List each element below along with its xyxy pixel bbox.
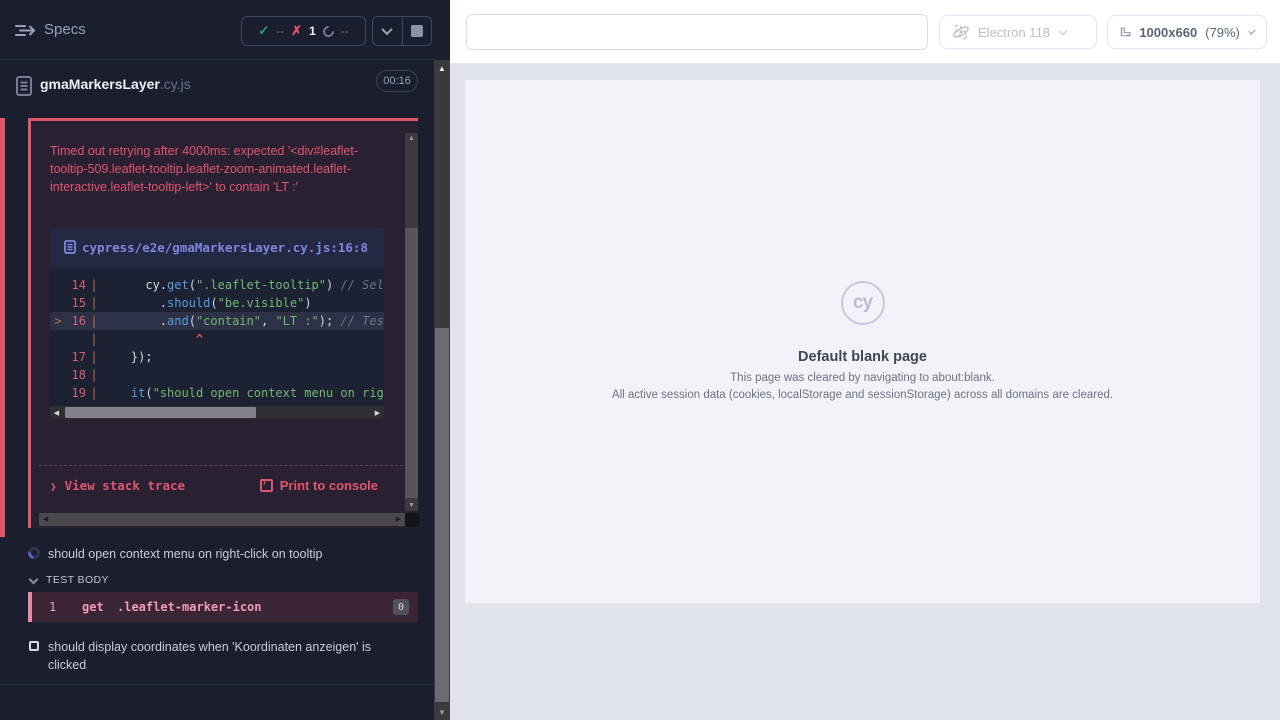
divider <box>39 465 403 466</box>
scroll-right-icon[interactable]: ▶ <box>392 513 405 526</box>
scroll-down-icon[interactable]: ▼ <box>405 502 418 509</box>
error-vertical-scrollbar[interactable]: ▲ ▼ <box>405 133 418 511</box>
divider <box>0 684 434 685</box>
spec-extension: .cy.js <box>160 76 191 92</box>
scrollbar-thumb[interactable] <box>405 228 418 498</box>
view-stack-trace-label: View stack trace <box>65 478 185 493</box>
command-count-badge: 0 <box>393 599 409 615</box>
error-message: Timed out retrying after 4000ms: expecte… <box>50 142 385 196</box>
ruler-icon <box>1120 24 1131 40</box>
test-row-context-menu[interactable]: should open context menu on right-click … <box>0 545 434 565</box>
scrollbar-track[interactable] <box>63 406 371 419</box>
file-icon <box>64 240 76 254</box>
stop-icon <box>411 25 423 37</box>
collapse-all-button[interactable] <box>373 17 402 45</box>
specs-label: Specs <box>44 21 86 38</box>
blank-page-line1: This page was cleared by navigating to a… <box>465 371 1260 386</box>
browser-label: Electron 118 <box>978 25 1050 40</box>
spec-file-icon <box>16 76 32 96</box>
test-body-label: TEST BODY <box>46 574 109 586</box>
error-file-link[interactable]: cypress/e2e/gmaMarkersLayer.cy.js:16:8 <box>64 240 368 255</box>
code-frame-header: cypress/e2e/gmaMarkersLayer.cy.js:16:8 <box>50 228 384 268</box>
code-horizontal-scrollbar[interactable]: ◀ ▶ <box>50 406 384 419</box>
passed-icon: ✓ <box>258 23 269 39</box>
scroll-up-icon[interactable]: ▲ <box>434 64 450 73</box>
test-body-section-header[interactable]: TEST BODY <box>0 572 434 590</box>
spec-duration-badge: 00:16 <box>376 70 418 92</box>
failed-attempt-bar <box>0 118 5 537</box>
error-panel: Timed out retrying after 4000ms: expecte… <box>28 118 418 528</box>
electron-icon <box>952 23 970 41</box>
view-stack-trace-button[interactable]: ❯ View stack trace <box>50 478 185 493</box>
reporter-header: Specs ✓ -- ✗ 1 -- <box>0 0 434 60</box>
chevron-down-icon <box>29 575 39 585</box>
console-icon <box>260 479 273 492</box>
scroll-left-icon[interactable]: ◀ <box>39 513 52 526</box>
scrollbar-thumb[interactable] <box>435 328 449 702</box>
chevron-down-icon <box>1248 27 1255 34</box>
code-line: 18| <box>50 366 384 384</box>
viewport-size-select[interactable]: 1000x660 (79%) <box>1107 15 1267 49</box>
command-number: 1 <box>49 600 56 614</box>
test-title: should display coordinates when 'Koordin… <box>48 638 378 674</box>
browser-select[interactable]: Electron 118 <box>939 15 1097 49</box>
code-frame: cypress/e2e/gmaMarkersLayer.cy.js:16:8 1… <box>50 228 384 419</box>
scrollbar-thumb[interactable] <box>65 407 256 418</box>
code-line: >16| .and("contain", "LT :"); // Teste <box>50 312 384 330</box>
chevron-down-icon <box>1059 26 1067 34</box>
running-icon <box>320 23 336 39</box>
url-input[interactable] <box>466 14 928 50</box>
code-line: 14| cy.get(".leaflet-tooltip") // Selek <box>50 276 384 294</box>
test-title: should open context menu on right-click … <box>48 545 378 563</box>
print-to-console-button[interactable]: Print to console <box>260 478 378 493</box>
file-link-text: cypress/e2e/gmaMarkersLayer.cy.js:16:8 <box>82 240 368 255</box>
test-row-coordinates[interactable]: should display coordinates when 'Koordin… <box>0 638 434 676</box>
blank-page-line2: All active session data (cookies, localS… <box>465 388 1260 403</box>
code-lines: 14| cy.get(".leaflet-tooltip") // Selek1… <box>50 268 384 406</box>
aut-iframe: cy Default blank page This page was clea… <box>465 80 1260 603</box>
code-line: 15| .should("be.visible") <box>50 294 384 312</box>
command-selector: .leaflet-marker-icon <box>117 600 262 614</box>
specs-menu-toggle-icon[interactable] <box>14 22 38 40</box>
passed-count: -- <box>276 24 284 38</box>
chevron-down-icon <box>382 24 393 35</box>
run-controls <box>372 16 432 46</box>
aut-panel: Electron 118 1000x660 (79%) cy Default b… <box>450 0 1280 720</box>
cypress-logo: cy <box>841 281 885 325</box>
test-pending-icon <box>29 641 39 651</box>
code-line: | ^ <box>50 330 384 348</box>
sidebar-scrollbar[interactable]: ▲ ▼ <box>434 60 450 720</box>
reporter-sidebar: Specs ✓ -- ✗ 1 -- gmaMarkersLayer.cy.js … <box>0 0 450 720</box>
scroll-right-icon[interactable]: ▶ <box>371 409 384 417</box>
scroll-up-icon[interactable]: ▲ <box>405 135 418 142</box>
error-horizontal-scrollbar[interactable]: ◀ ▶ <box>39 513 405 526</box>
viewport-size: 1000x660 <box>1139 25 1197 40</box>
scroll-down-icon[interactable]: ▼ <box>434 708 450 717</box>
test-stats: ✓ -- ✗ 1 -- <box>241 16 366 46</box>
command-log-row[interactable]: 1 get .leaflet-marker-icon 0 <box>28 592 418 622</box>
failed-icon: ✗ <box>291 23 302 39</box>
command-method: get <box>82 600 104 614</box>
spec-name: gmaMarkersLayer <box>40 76 160 92</box>
scroll-left-icon[interactable]: ◀ <box>50 409 63 417</box>
code-line: 17| }); <box>50 348 384 366</box>
code-line: 19| it("should open context menu on righ… <box>50 384 384 402</box>
test-running-spinner-icon <box>26 545 43 562</box>
stop-run-button[interactable] <box>403 17 432 45</box>
blank-page-message: cy Default blank page This page was clea… <box>465 281 1260 403</box>
blank-page-title: Default blank page <box>465 349 1260 365</box>
running-count: -- <box>341 24 349 38</box>
print-to-console-label: Print to console <box>280 478 378 493</box>
spec-title: gmaMarkersLayer.cy.js <box>40 76 191 92</box>
scrollbar-corner <box>405 513 419 527</box>
viewport-zoom: (79%) <box>1205 25 1240 40</box>
failed-count: 1 <box>309 24 316 38</box>
aut-header: Electron 118 1000x660 (79%) <box>450 0 1280 64</box>
chevron-right-icon: ❯ <box>50 480 57 493</box>
spec-row[interactable]: gmaMarkersLayer.cy.js 00:16 <box>0 61 434 111</box>
